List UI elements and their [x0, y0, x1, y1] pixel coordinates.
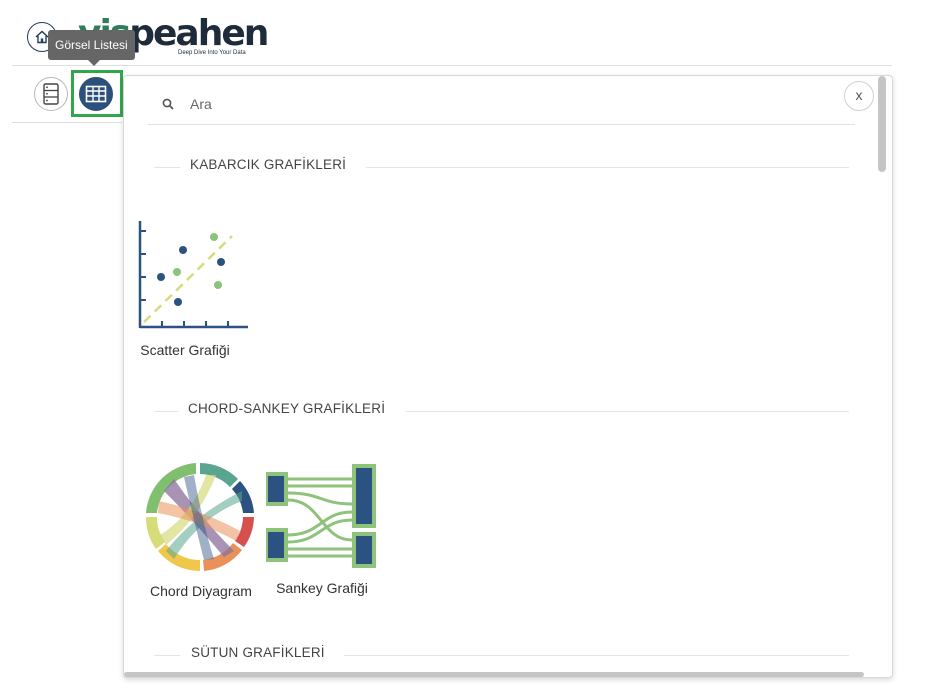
header-divider: [12, 65, 892, 66]
sankey-chart-icon: [266, 464, 376, 568]
toolbar-divider: [12, 122, 122, 123]
section-title: KABARCIK GRAFİKLERİ: [190, 157, 347, 172]
sankey-chart-card[interactable]: Sankey Grafiği: [266, 464, 378, 596]
chord-diagram-card[interactable]: Chord Diyagram: [144, 461, 258, 599]
card-label: Sankey Grafiği: [276, 580, 368, 596]
logo-tagline: Deep Dive Into Your Data: [178, 50, 246, 56]
selection-highlight: [71, 70, 123, 117]
card-label: Scatter Grafiği: [140, 342, 230, 358]
list-icon: [43, 83, 59, 105]
vertical-scrollbar[interactable]: [878, 76, 886, 172]
search-input[interactable]: [188, 95, 792, 113]
horizontal-scrollbar[interactable]: [124, 672, 864, 677]
visual-list-panel: x KABARCIK GRAFİKLERİ: [123, 75, 893, 678]
top-bar: vispeahen Deep Dive Into Your Data: [0, 0, 948, 66]
section-column-charts: SÜTUN GRAFİKLERİ: [154, 645, 849, 665]
section-chord-sankey: CHORD-SANKEY GRAFİKLERİ: [154, 401, 849, 421]
search-icon: [162, 98, 174, 110]
visual-list-tooltip: Görsel Listesi: [48, 30, 135, 66]
list-view-button[interactable]: [34, 77, 68, 111]
section-bubble-charts: KABARCIK GRAFİKLERİ: [154, 157, 849, 177]
search-bar: [148, 88, 855, 125]
section-title: CHORD-SANKEY GRAFİKLERİ: [188, 401, 386, 416]
scatter-chart-icon: [138, 221, 248, 329]
scatter-chart-card[interactable]: Scatter Grafiği: [138, 216, 248, 358]
chord-diagram-icon: [145, 463, 254, 571]
card-label: Chord Diyagram: [150, 583, 252, 599]
section-title: SÜTUN GRAFİKLERİ: [191, 645, 325, 660]
